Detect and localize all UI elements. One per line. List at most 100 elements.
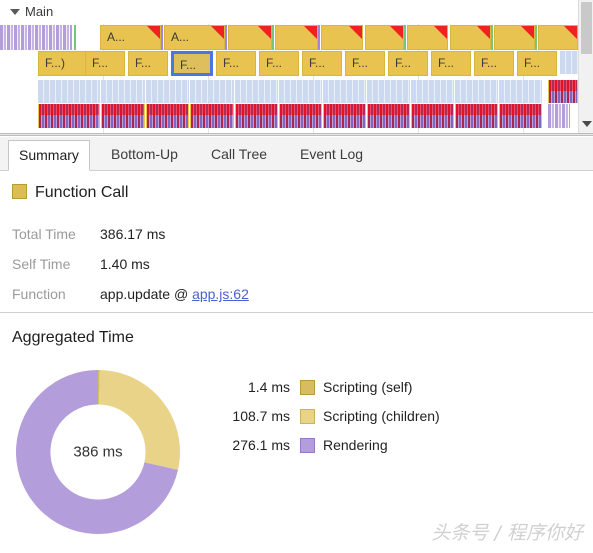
legend-row[interactable]: 1.4 ms Scripting (self) [205, 376, 565, 405]
event-color-swatch [12, 184, 27, 199]
legend-value: 1.4 ms [247, 379, 290, 395]
aggregated-time-donut[interactable]: 386 ms [12, 366, 184, 538]
flame-block-label: F... [481, 56, 498, 70]
flame-block-row2[interactable]: F... [388, 51, 428, 76]
flame-block-row1[interactable] [407, 25, 448, 50]
legend-row[interactable]: 276.1 ms Rendering [205, 434, 565, 463]
flame-block-row4-rendering[interactable] [548, 104, 570, 128]
flame-block-row3[interactable] [101, 80, 145, 103]
flame-block-row2[interactable]: F... [431, 51, 471, 76]
flame-block-row3[interactable] [38, 80, 100, 103]
self-time-label: Self Time [12, 256, 71, 272]
flame-block-label: F... [92, 56, 109, 70]
flame-block-row2[interactable]: F... [85, 51, 125, 76]
event-name: Function Call [35, 184, 129, 201]
donut-center-label: 386 ms [73, 443, 123, 461]
tab-summary[interactable]: Summary [8, 140, 90, 171]
track-header-main[interactable]: Main [0, 0, 578, 24]
legend-label: Scripting (self) [323, 379, 413, 395]
flame-block-row1[interactable] [450, 25, 491, 50]
flame-block-row1[interactable] [228, 25, 272, 50]
flame-block-row3[interactable] [455, 80, 498, 103]
flame-block-row4[interactable] [367, 104, 410, 128]
flame-block-row4[interactable] [146, 104, 189, 128]
legend-label: Scripting (children) [323, 408, 440, 424]
legend-row[interactable]: 108.7 ms Scripting (children) [205, 405, 565, 434]
source-link[interactable]: app.js:62 [192, 286, 249, 302]
function-value-row: app.update @ app.js:62 [100, 286, 249, 302]
flame-row-4[interactable] [0, 104, 578, 128]
flame-chart-canvas[interactable]: A... A... F...) F... F... F... F... F...… [0, 0, 578, 133]
flame-block-row3[interactable] [235, 80, 278, 103]
flame-block-row4[interactable] [101, 104, 145, 128]
legend-value: 276.1 ms [232, 437, 290, 453]
flame-block-label: F... [524, 56, 541, 70]
scrollbar-thumb[interactable] [581, 2, 592, 54]
flame-block-row3[interactable] [411, 80, 454, 103]
flame-block-row4[interactable] [38, 104, 100, 128]
flame-block-label: F... [309, 56, 326, 70]
flame-chart-panel[interactable]: A... A... F...) F... F... F... F... F...… [0, 0, 593, 133]
flame-block-row1[interactable] [321, 25, 363, 50]
flame-microtask-cluster[interactable] [0, 25, 72, 50]
flame-row-2[interactable]: F...) F... F... F... F... F... F... F...… [0, 51, 578, 76]
watermark-text: 头条号 / 程序你好 [431, 522, 583, 544]
flame-block-row1[interactable] [494, 25, 535, 50]
flame-block-row4[interactable] [323, 104, 366, 128]
flame-block-row3[interactable] [146, 80, 189, 103]
tab-call-tree[interactable]: Call Tree [201, 140, 277, 171]
section-divider [0, 312, 593, 313]
flame-block-label: A... [171, 30, 190, 44]
function-label: Function [12, 286, 66, 302]
flame-row-1[interactable]: A... A... [0, 25, 578, 50]
flame-row-3[interactable] [0, 80, 578, 103]
flame-block-row1[interactable] [538, 25, 578, 50]
flame-block-row1[interactable]: A... [100, 25, 161, 50]
flame-block-row2[interactable]: F... [216, 51, 256, 76]
flame-block-label: F... [266, 56, 283, 70]
flame-block-row3-painting[interactable] [548, 80, 578, 103]
flame-block-row3[interactable] [499, 80, 542, 103]
flame-block-row4[interactable] [235, 104, 278, 128]
flame-block-row1[interactable] [365, 25, 404, 50]
panel-splitter[interactable] [0, 133, 593, 136]
flame-block-label: A... [107, 30, 126, 44]
flame-block-row3[interactable] [190, 80, 234, 103]
tab-event-log[interactable]: Event Log [290, 140, 373, 171]
flame-block-row2[interactable]: F... [474, 51, 514, 76]
flame-block-label: F...) [45, 56, 65, 70]
flame-block-row4[interactable] [411, 104, 454, 128]
flame-gc-marker [535, 25, 537, 50]
flame-block-row2[interactable]: F... [517, 51, 557, 76]
flame-block-row4[interactable] [455, 104, 498, 128]
triangle-down-icon[interactable] [10, 9, 20, 15]
flame-block-row1[interactable] [275, 25, 318, 50]
legend-value: 108.7 ms [232, 408, 290, 424]
flame-block-row1[interactable]: A... [164, 25, 225, 50]
flame-vertical-scrollbar[interactable] [578, 0, 593, 133]
flame-block-row4[interactable] [190, 104, 234, 128]
flame-block-row2[interactable]: F... [302, 51, 342, 76]
details-tab-bar[interactable]: Summary Bottom-Up Call Tree Event Log [0, 137, 593, 171]
flame-gc-marker [404, 25, 406, 50]
flame-block-row3[interactable] [279, 80, 322, 103]
function-name: app.update @ [100, 286, 189, 302]
flame-block-row2[interactable]: F... [259, 51, 299, 76]
flame-rendering-marker [225, 25, 227, 50]
flame-block-row4[interactable] [499, 104, 542, 128]
flame-block-row2-loading[interactable] [560, 51, 578, 74]
flame-block-row4[interactable] [279, 104, 322, 128]
flame-gc-marker [74, 25, 76, 50]
tab-bottom-up[interactable]: Bottom-Up [101, 140, 188, 171]
flame-block-row2[interactable]: F... [128, 51, 168, 76]
flame-block-row3[interactable] [323, 80, 366, 103]
flame-rendering-marker [161, 25, 163, 50]
chevron-down-icon[interactable] [582, 121, 592, 127]
legend-swatch-scripting-children [300, 409, 315, 424]
flame-gc-marker [491, 25, 493, 50]
flame-block-row2[interactable]: F... [345, 51, 385, 76]
event-title: Function Call [12, 184, 128, 202]
flame-block-row3[interactable] [367, 80, 410, 103]
flame-block-row2-selected[interactable]: F... [171, 51, 213, 76]
flame-block-label: F... [223, 56, 240, 70]
